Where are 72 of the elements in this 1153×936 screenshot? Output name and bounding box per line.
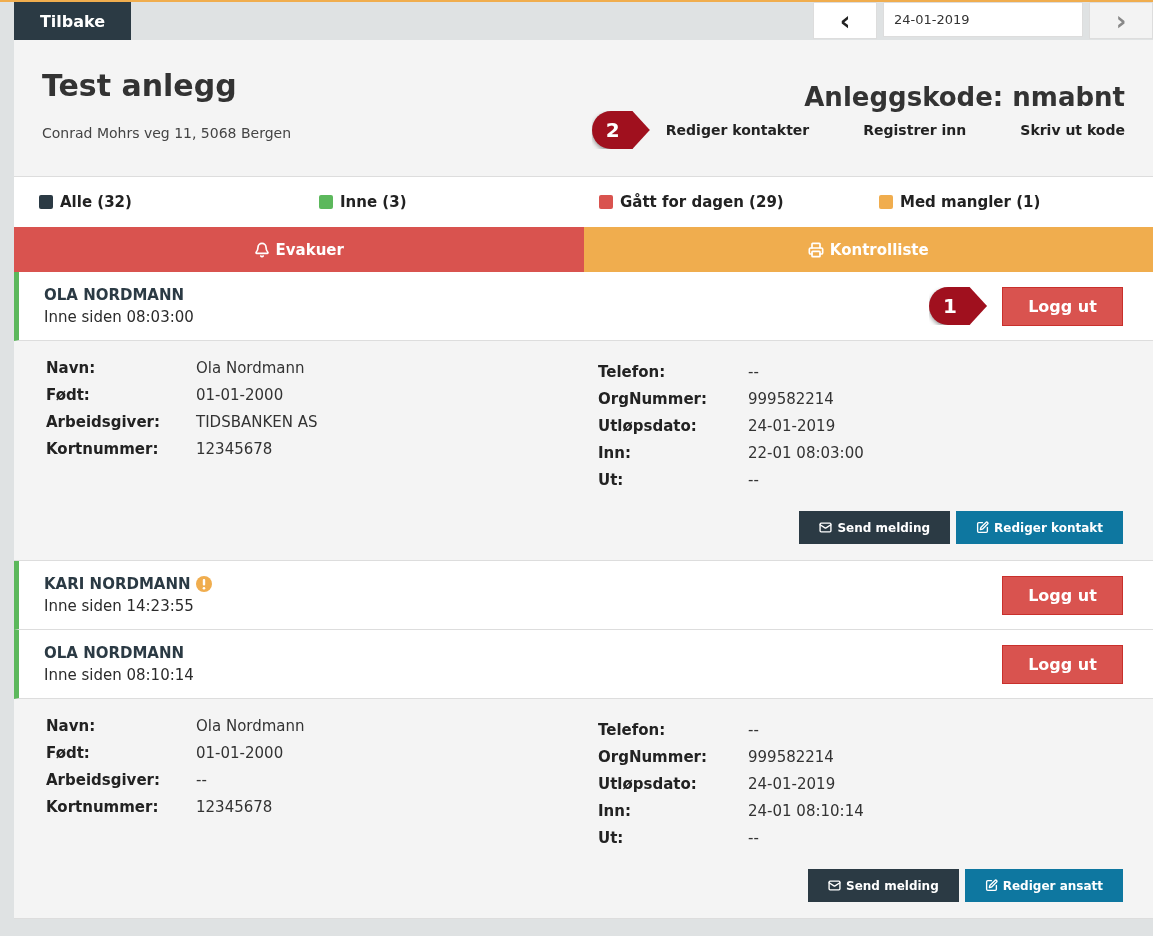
site-address: Conrad Mohrs veg 11, 5068 Bergen [42, 125, 292, 141]
field-value: 12345678 [196, 440, 274, 458]
callout-marker: 1 [929, 287, 987, 325]
field-label: OrgNummer: [598, 390, 708, 408]
field-label: Utløpsdato: [598, 775, 698, 793]
field-value: 01-01-2000 [196, 386, 285, 404]
filter-label[interactable]: Alle (32) [60, 193, 132, 211]
pencil-square-icon [976, 521, 990, 534]
field-label: OrgNummer: [598, 748, 708, 766]
printer-icon [807, 241, 824, 258]
previous-button[interactable]: ‹ [813, 2, 877, 39]
field-label: Utløpsdato: [598, 417, 698, 435]
filter-label[interactable]: Med mangler (1) [900, 193, 1041, 211]
field-value: TIDSBANKEN AS [196, 413, 319, 431]
field-value: 999582214 [748, 390, 835, 408]
field-label: Kortnummer: [46, 440, 160, 458]
field-label: Inn: [598, 444, 632, 462]
person-name: KARI NORDMANN [44, 575, 191, 593]
person-row[interactable]: OLA NORDMANN Inne siden 08:10:14 Logg ut [14, 630, 1153, 699]
field-label: Ut: [598, 471, 625, 489]
site-title: Test anlegg [42, 68, 238, 103]
field-value: 01-01-2000 [196, 744, 285, 762]
callout-marker: 2 [591, 111, 650, 149]
date-field[interactable]: 24-01-2019 [883, 2, 1083, 37]
logout-button[interactable]: Logg ut [1002, 575, 1123, 615]
field-value: -- [196, 771, 208, 789]
logout-button[interactable]: Logg ut [1002, 644, 1123, 684]
field-label: Kortnummer: [46, 798, 160, 816]
person-name: OLA NORDMANN [44, 286, 185, 304]
field-label: Navn: [46, 717, 97, 735]
field-label: Født: [46, 386, 91, 404]
field-value: Ola Nordmann [196, 717, 306, 735]
field-label: Ut: [598, 829, 625, 847]
site-code: Anleggskode: nmabnt [803, 82, 1125, 112]
field-value: -- [748, 363, 760, 381]
evacuate-button[interactable]: Evakuer [14, 227, 584, 272]
filter-label[interactable]: Gått for dagen (29) [620, 193, 784, 211]
header-link[interactable]: Registrer inn [863, 122, 967, 138]
send-message-button[interactable]: Send melding [799, 511, 951, 544]
edit-button[interactable]: Rediger kontakt [956, 511, 1123, 544]
field-value: 999582214 [748, 748, 835, 766]
field-label: Navn: [46, 359, 97, 377]
field-value: Ola Nordmann [196, 359, 306, 377]
bell-icon [253, 241, 270, 258]
filter-label[interactable]: Inne (3) [340, 193, 407, 211]
field-value: 22-01 08:03:00 [748, 444, 865, 462]
field-value: 24-01-2019 [748, 417, 837, 435]
person-row[interactable]: OLA NORDMANN Inne siden 08:03:00 1 Logg ut [14, 272, 1153, 341]
field-label: Arbeidsgiver: [46, 413, 161, 431]
field-value: 24-01-2019 [748, 775, 837, 793]
field-value: 12345678 [196, 798, 274, 816]
field-label: Arbeidsgiver: [46, 771, 161, 789]
field-value: 24-01 08:10:14 [748, 802, 865, 820]
send-message-button[interactable]: Send melding [808, 869, 959, 902]
checked-in-time: Inne siden 08:10:14 [44, 666, 194, 684]
field-value: -- [748, 721, 760, 739]
edit-button[interactable]: Rediger ansatt [964, 869, 1123, 902]
field-label: Inn: [598, 802, 632, 820]
field-label: Født: [46, 744, 91, 762]
envelope-icon [828, 879, 842, 892]
envelope-icon [819, 521, 833, 534]
checked-in-time: Inne siden 14:23:55 [44, 597, 195, 615]
field-label: Telefon: [598, 721, 667, 739]
back-button[interactable]: Tilbake [14, 2, 131, 40]
field-label: Telefon: [598, 363, 667, 381]
field-value: -- [748, 829, 760, 847]
person-row[interactable]: KARI NORDMANN Inne siden 14:23:55 Logg ut [14, 561, 1153, 630]
header-link[interactable]: Skriv ut kode [1020, 122, 1125, 138]
person-name: OLA NORDMANN [44, 644, 185, 662]
pencil-square-icon [984, 879, 998, 892]
checked-in-time: Inne siden 08:03:00 [44, 308, 194, 326]
field-value: -- [748, 471, 760, 489]
